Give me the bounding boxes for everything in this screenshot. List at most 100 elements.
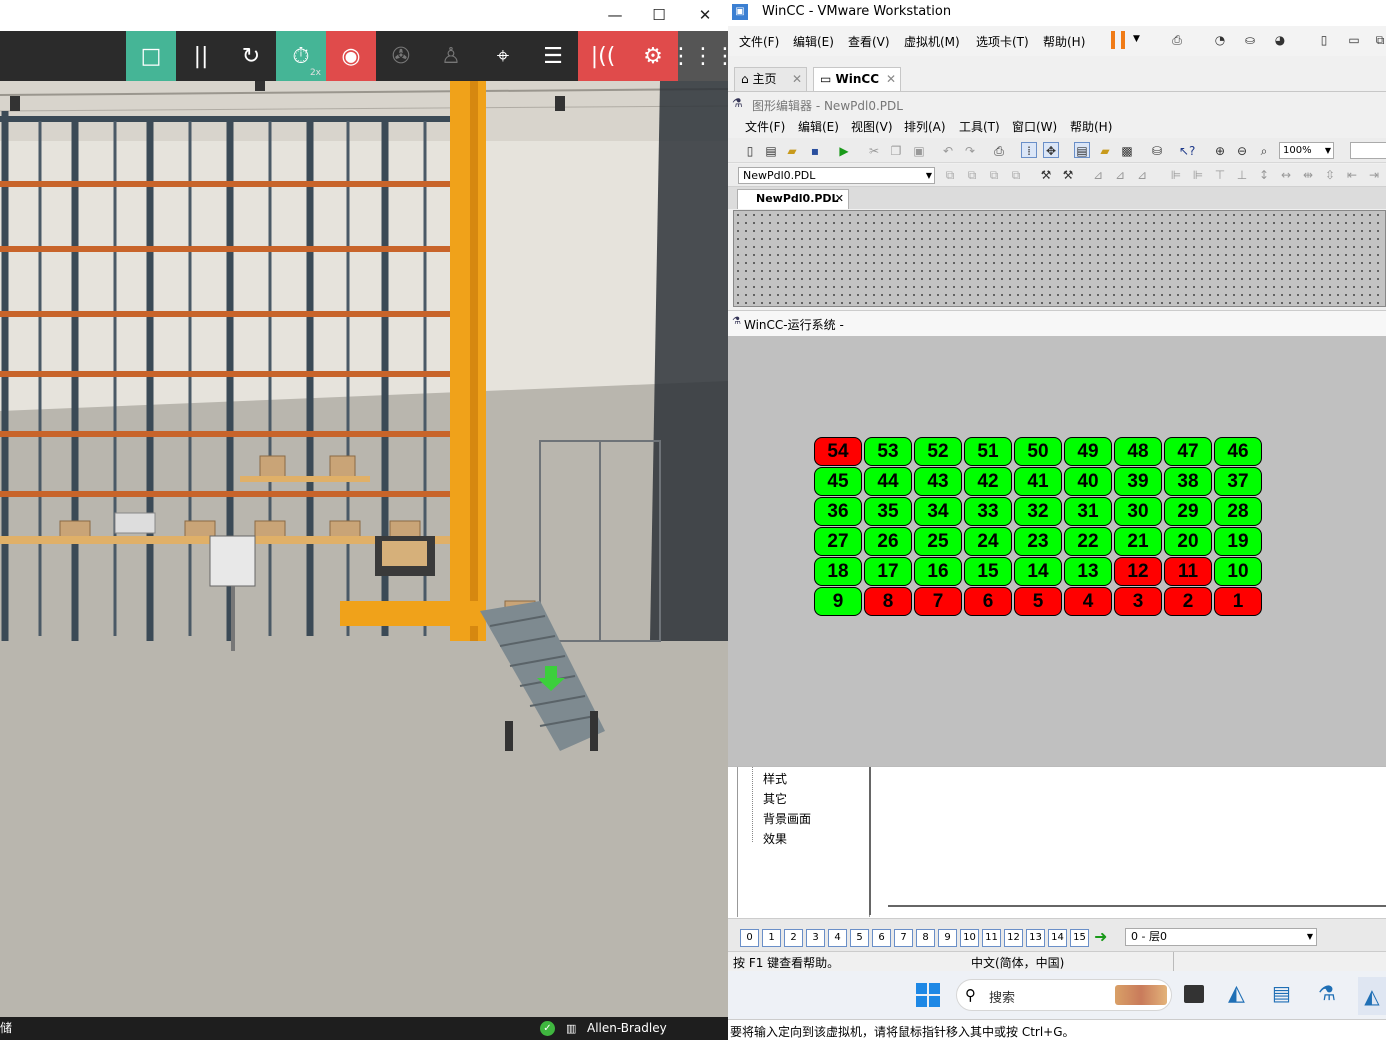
horizontal-scrollbar[interactable] — [888, 905, 1386, 907]
edit-link-icon[interactable]: ⚒ — [1038, 167, 1054, 183]
storage-cell-39[interactable]: 39 — [1114, 467, 1162, 496]
editor-menu-arrange[interactable]: 排列(A) — [904, 118, 946, 135]
cut-icon[interactable]: ✂ — [866, 143, 882, 159]
storage-cell-44[interactable]: 44 — [864, 467, 912, 496]
storage-cell-20[interactable]: 20 — [1164, 527, 1212, 556]
layers-icon[interactable]: ⛁ — [1149, 143, 1165, 159]
storage-cell-2[interactable]: 2 — [1164, 587, 1212, 616]
layer-button-8[interactable]: 8 — [916, 929, 935, 947]
sensor-button[interactable]: |(( — [578, 31, 628, 81]
revert-snapshot-icon[interactable]: ⛀ — [1242, 32, 1258, 48]
layer-button-9[interactable]: 9 — [938, 929, 957, 947]
storage-cell-16[interactable]: 16 — [914, 557, 962, 586]
same-height-icon[interactable]: ⇥ — [1366, 167, 1382, 183]
snapshot-manager-icon[interactable]: ◕ — [1272, 32, 1288, 48]
storage-cell-29[interactable]: 29 — [1164, 497, 1212, 526]
storage-cell-10[interactable]: 10 — [1214, 557, 1262, 586]
editor-menu-window[interactable]: 窗口(W) — [1012, 118, 1057, 135]
runtime-taskbar-icon[interactable]: ◭ — [1358, 977, 1386, 1015]
fullscreen-icon[interactable]: ⧉ — [1372, 32, 1386, 48]
editor-menu-edit[interactable]: 编辑(E) — [798, 118, 839, 135]
fan-button[interactable]: ✇ — [376, 31, 426, 81]
rotate-icon[interactable]: ⊿ — [1090, 167, 1106, 183]
stop-button[interactable]: □ — [126, 31, 176, 81]
storage-cell-13[interactable]: 13 — [1064, 557, 1112, 586]
storage-cell-21[interactable]: 21 — [1114, 527, 1162, 556]
storage-cell-7[interactable]: 7 — [914, 587, 962, 616]
new-file-icon[interactable]: ▯ — [742, 143, 758, 159]
tree-item-effects[interactable]: 效果 — [763, 830, 787, 847]
copy-icon[interactable]: ❐ — [888, 143, 904, 159]
tab-wincc[interactable]: ▭ WinCC ✕ — [813, 67, 901, 91]
zoom-fit-icon[interactable]: ⌕ — [1256, 143, 1272, 159]
grid-button[interactable]: ⋮⋮⋮ — [670, 31, 728, 81]
print-icon[interactable]: ⎙ — [991, 143, 1007, 159]
storage-cell-15[interactable]: 15 — [964, 557, 1012, 586]
close-icon[interactable]: ✕ — [693, 4, 717, 26]
library-icon[interactable]: ▰ — [1097, 143, 1113, 159]
storage-cell-40[interactable]: 40 — [1064, 467, 1112, 496]
layer-button-3[interactable]: 3 — [806, 929, 825, 947]
menu-tabs[interactable]: 选项卡(T) — [976, 33, 1029, 50]
save-icon[interactable]: ▪ — [807, 143, 823, 159]
storage-cell-5[interactable]: 5 — [1014, 587, 1062, 616]
mirror-icon[interactable]: ⊿ — [1112, 167, 1128, 183]
layer-button-11[interactable]: 11 — [982, 929, 1001, 947]
taskbar-search-box[interactable]: ⚲ 搜索 — [956, 979, 1172, 1011]
object-palette-icon[interactable]: ▩ — [1119, 143, 1135, 159]
storage-cell-33[interactable]: 33 — [964, 497, 1012, 526]
storage-cell-35[interactable]: 35 — [864, 497, 912, 526]
storage-cell-25[interactable]: 25 — [914, 527, 962, 556]
layer-button-1[interactable]: 1 — [762, 929, 781, 947]
reset-button[interactable]: ↻ — [226, 31, 276, 81]
storage-cell-53[interactable]: 53 — [864, 437, 912, 466]
space-v-icon[interactable]: ⇳ — [1322, 167, 1338, 183]
align-icon[interactable]: ⧉ — [986, 167, 1002, 183]
storage-cell-42[interactable]: 42 — [964, 467, 1012, 496]
tree-item-style[interactable]: 样式 — [763, 770, 787, 787]
align-icon[interactable]: ⧉ — [1008, 167, 1024, 183]
tree-item-background[interactable]: 背景画面 — [763, 810, 811, 827]
center-v-icon[interactable]: ↔ — [1278, 167, 1294, 183]
layer-button-4[interactable]: 4 — [828, 929, 847, 947]
undo-icon[interactable]: ↶ — [940, 143, 956, 159]
drawing-canvas[interactable] — [733, 210, 1386, 307]
layer-button-6[interactable]: 6 — [872, 929, 891, 947]
editor-menu-help[interactable]: 帮助(H) — [1070, 118, 1112, 135]
zoom-select[interactable]: 100% ▼ — [1279, 142, 1334, 159]
align-right-icon[interactable]: ⊫ — [1190, 167, 1206, 183]
align-icon[interactable]: ⧉ — [942, 167, 958, 183]
layer-button-5[interactable]: 5 — [850, 929, 869, 947]
menu-view[interactable]: 查看(V) — [848, 33, 890, 50]
align-bottom-icon[interactable]: ⊥ — [1234, 167, 1250, 183]
next-layers-arrow-icon[interactable]: ➜ — [1094, 927, 1107, 946]
close-icon[interactable]: ✕ — [792, 68, 802, 90]
properties-icon[interactable]: ▤ — [1074, 142, 1090, 158]
align-top-icon[interactable]: ⊤ — [1212, 167, 1228, 183]
center-h-icon[interactable]: ↕ — [1256, 167, 1272, 183]
redo-icon[interactable]: ↷ — [962, 143, 978, 159]
storage-cell-31[interactable]: 31 — [1064, 497, 1112, 526]
layer-button-15[interactable]: 15 — [1070, 929, 1089, 947]
snapshot-icon[interactable]: ◔ — [1212, 32, 1228, 48]
storage-cell-32[interactable]: 32 — [1014, 497, 1062, 526]
send-keys-icon[interactable]: ⎙ — [1169, 32, 1185, 48]
menu-vm[interactable]: 虚拟机(M) — [904, 33, 960, 50]
align-left-icon[interactable]: ⊫ — [1168, 167, 1184, 183]
storage-cell-17[interactable]: 17 — [864, 557, 912, 586]
menu-edit[interactable]: 编辑(E) — [793, 33, 834, 50]
storage-cell-51[interactable]: 51 — [964, 437, 1012, 466]
font-select[interactable] — [1350, 142, 1386, 159]
layer-button-0[interactable]: 0 — [740, 929, 759, 947]
person-button[interactable]: ♙ — [426, 31, 476, 81]
pause-button[interactable]: || — [176, 31, 226, 81]
layer-button-14[interactable]: 14 — [1048, 929, 1067, 947]
list-button[interactable]: ☰ — [528, 31, 578, 81]
open-folder-icon[interactable]: ▰ — [784, 143, 800, 159]
tab-newpdl0[interactable]: NewPdl0.PDL ✕ — [737, 189, 849, 209]
storage-cell-48[interactable]: 48 — [1114, 437, 1162, 466]
menu-file[interactable]: 文件(F) — [739, 33, 779, 50]
close-icon[interactable]: ✕ — [835, 190, 844, 208]
editor-menu-file[interactable]: 文件(F) — [745, 118, 785, 135]
storage-cell-43[interactable]: 43 — [914, 467, 962, 496]
